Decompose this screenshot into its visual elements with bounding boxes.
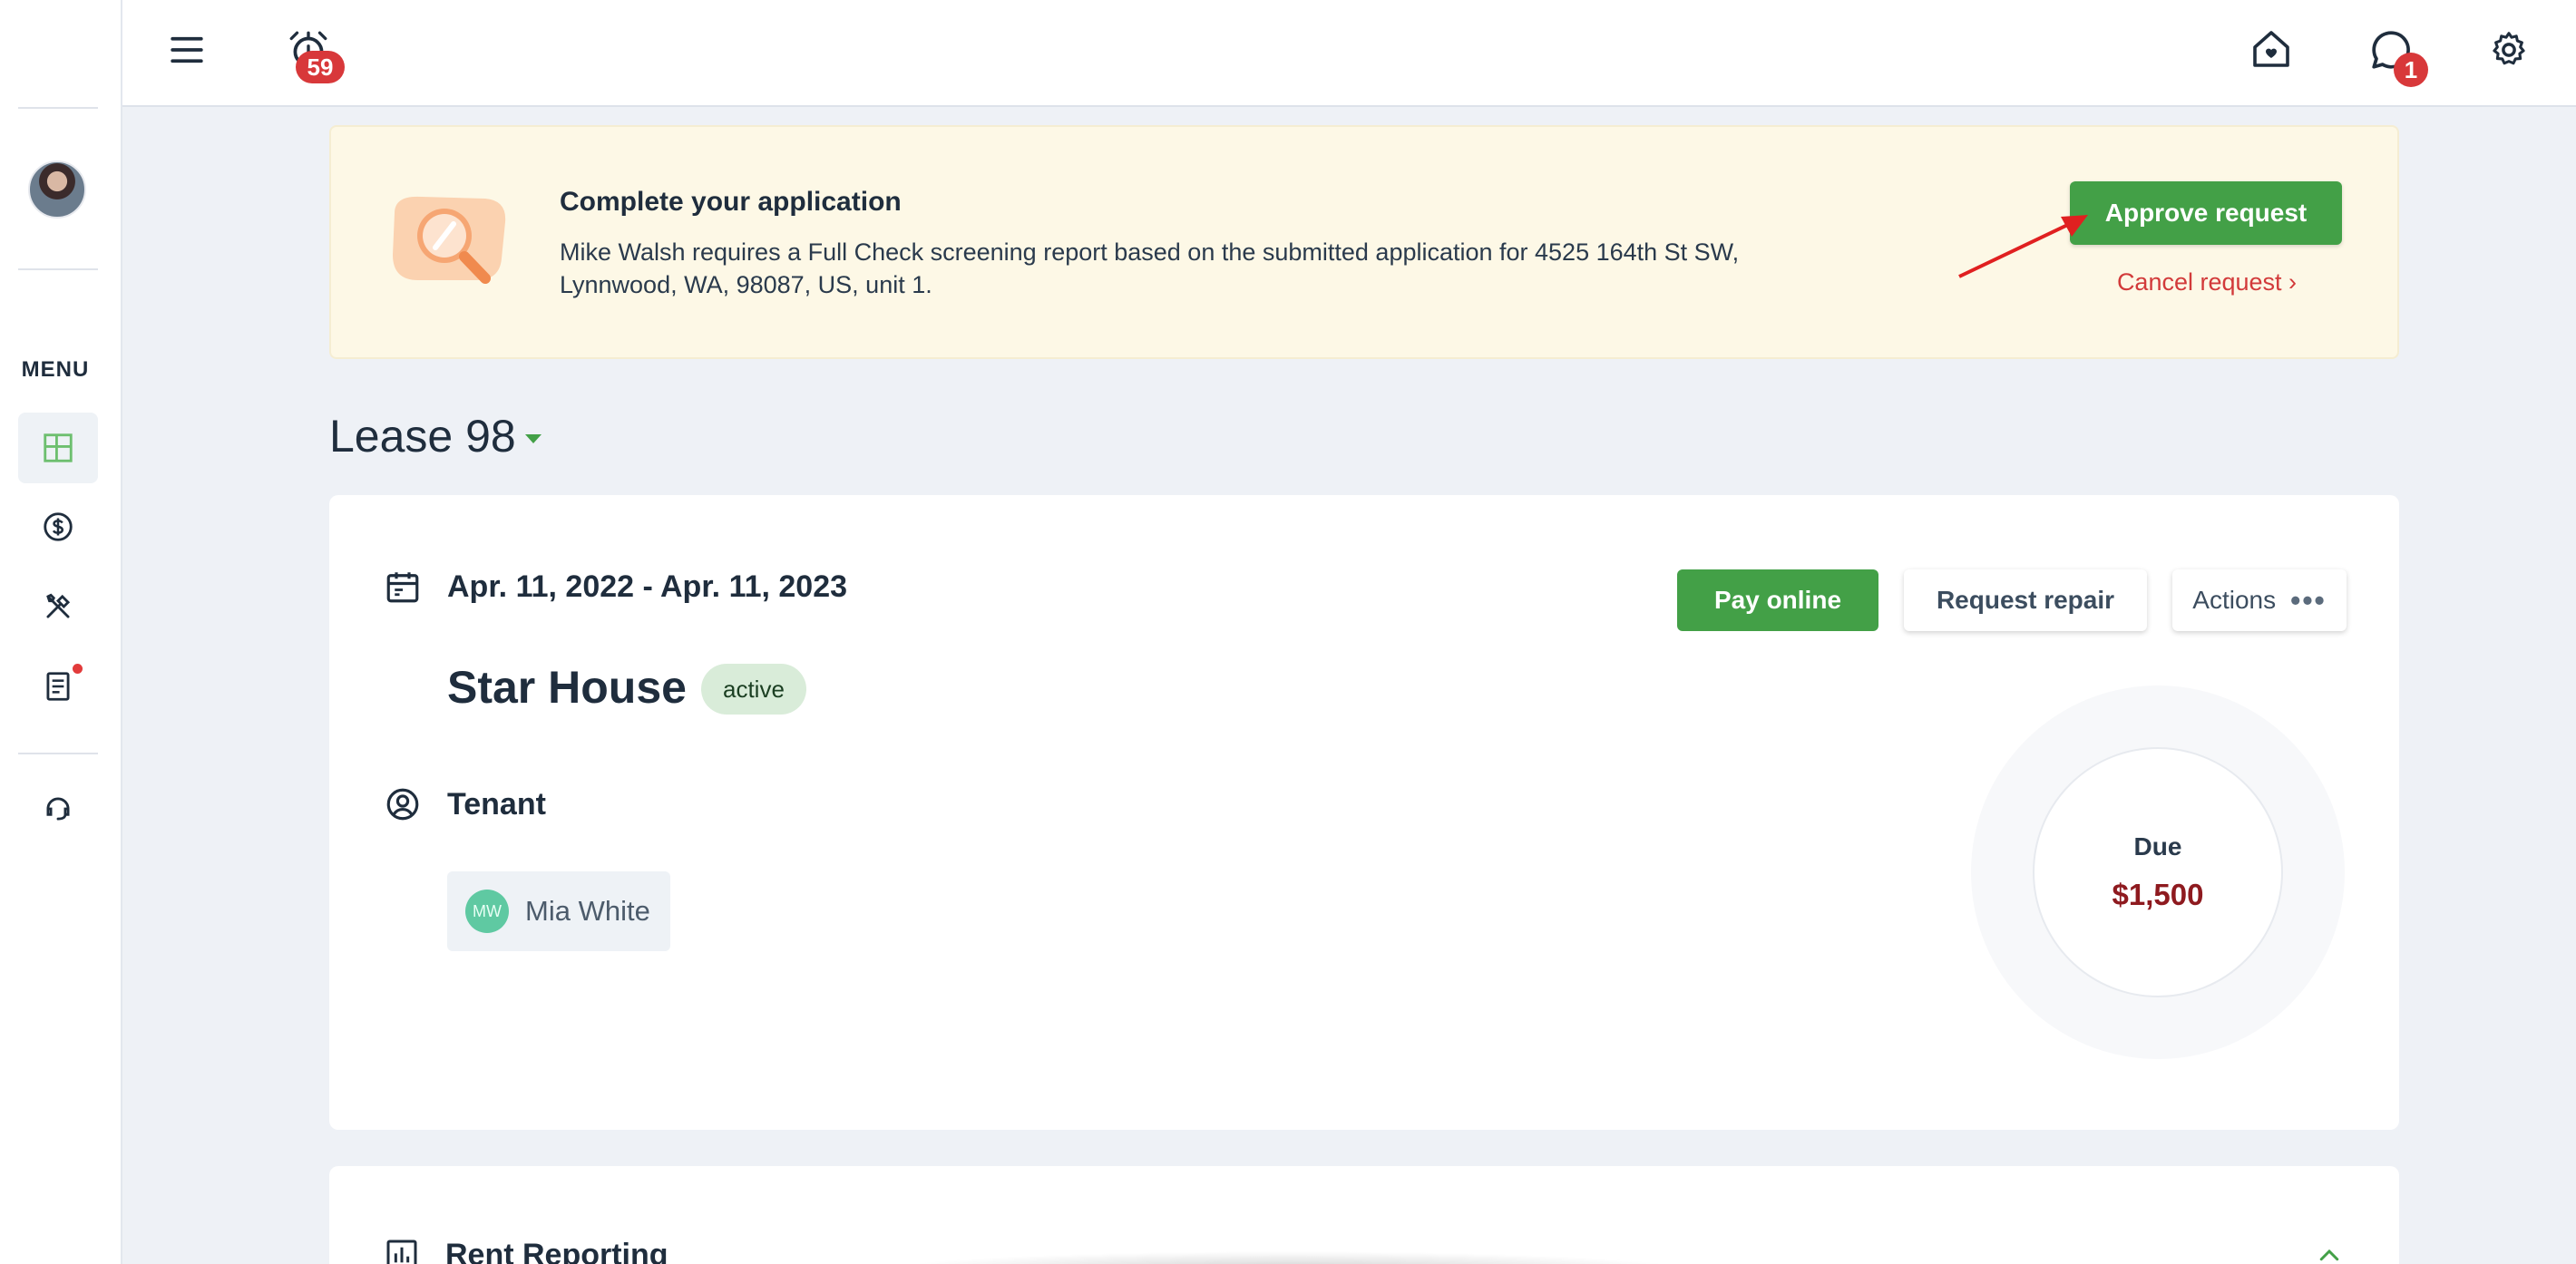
notification-dot xyxy=(73,664,83,674)
headset-icon xyxy=(46,797,70,821)
request-repair-button[interactable]: Request repair xyxy=(1904,569,2147,631)
lease-selector[interactable]: Lease 98 xyxy=(329,410,542,462)
sidebar-divider xyxy=(18,107,98,109)
gear-icon[interactable] xyxy=(2488,29,2530,71)
lease-dates-row: Apr. 11, 2022 - Apr. 11, 2023 xyxy=(384,568,847,606)
user-circle-icon xyxy=(386,788,419,821)
status-badge: active xyxy=(701,664,806,715)
rent-reporting-row[interactable]: Rent Reporting xyxy=(384,1237,668,1264)
dollar-icon xyxy=(44,512,73,541)
sidebar-item-dashboard[interactable] xyxy=(18,413,98,483)
magnifier-illustration-icon xyxy=(385,186,512,295)
tenant-row: Tenant xyxy=(384,785,546,823)
toast-shadow xyxy=(889,1251,1687,1264)
tenant-chip[interactable]: MW Mia White xyxy=(447,871,670,951)
sidebar-divider xyxy=(18,753,98,754)
caret-down-icon xyxy=(524,434,542,443)
avatar[interactable] xyxy=(28,160,86,219)
sidebar-item-documents[interactable] xyxy=(18,651,98,722)
home-heart-icon[interactable] xyxy=(2249,27,2293,71)
sidebar: MENU xyxy=(0,0,122,1264)
more-dots-icon: ••• xyxy=(2290,583,2327,617)
tenant-name: Mia White xyxy=(525,895,650,927)
menu-label: MENU xyxy=(21,357,90,382)
due-label: Due xyxy=(2133,832,2182,860)
actions-button[interactable]: Actions ••• xyxy=(2172,569,2347,631)
lease-dates: Apr. 11, 2022 - Apr. 11, 2023 xyxy=(447,569,848,604)
approve-request-button[interactable]: Approve request xyxy=(2070,181,2342,245)
property-name: Star House xyxy=(447,662,687,713)
due-circle: Due $1,500 xyxy=(2033,747,2283,997)
alarm-badge: 59 xyxy=(296,51,345,83)
rent-reporting-card: Rent Reporting xyxy=(329,1166,2399,1264)
chevron-up-icon[interactable] xyxy=(2316,1242,2343,1264)
dashboard-icon xyxy=(44,433,73,462)
sidebar-item-payments[interactable] xyxy=(18,491,98,562)
cancel-request-link[interactable]: Cancel request › xyxy=(2080,268,2334,297)
pay-online-button[interactable]: Pay online xyxy=(1677,569,1878,631)
sidebar-divider xyxy=(18,268,98,270)
annotation-arrow-icon xyxy=(1958,215,2088,278)
sidebar-item-support[interactable] xyxy=(18,773,98,844)
banner-title: Complete your application xyxy=(560,187,902,217)
calendar-icon xyxy=(386,572,419,603)
top-header: 59 1 xyxy=(122,0,2576,107)
lease-title: Lease 98 xyxy=(329,411,516,462)
lease-card: Apr. 11, 2022 - Apr. 11, 2023 Star House… xyxy=(329,495,2399,1130)
tenant-label: Tenant xyxy=(447,786,546,822)
due-amount: $1,500 xyxy=(2112,878,2204,911)
rent-reporting-title: Rent Reporting xyxy=(445,1237,668,1264)
sidebar-item-maintenance[interactable] xyxy=(18,571,98,642)
bar-chart-icon xyxy=(386,1240,417,1264)
tools-icon xyxy=(46,593,71,618)
due-ring: Due $1,500 xyxy=(1971,685,2345,1059)
messages-badge: 1 xyxy=(2394,53,2428,87)
document-icon xyxy=(46,672,70,701)
actions-label: Actions xyxy=(2192,586,2277,614)
banner-text: Mike Walsh requires a Full Check screeni… xyxy=(560,238,1740,298)
tenant-avatar: MW xyxy=(465,890,509,933)
hamburger-menu-icon[interactable] xyxy=(168,31,206,69)
